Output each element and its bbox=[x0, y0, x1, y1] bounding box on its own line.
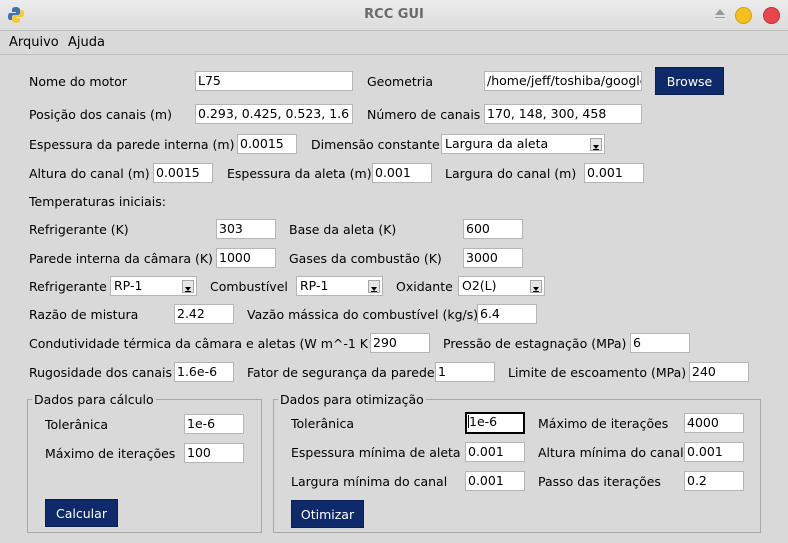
optimize-button[interactable]: Otimizar bbox=[291, 500, 364, 528]
channel-width-input[interactable]: 0.001 bbox=[584, 163, 644, 183]
opt-tolerance-input[interactable]: 1e-6 bbox=[465, 412, 525, 434]
gas-temp-label: Gases da combustão (K) bbox=[289, 251, 442, 266]
wall-thickness-input[interactable]: 0.0015 bbox=[237, 134, 297, 154]
min-fin-thickness-label: Espessura mínima de aleta bbox=[291, 445, 461, 460]
mixture-ratio-label: Razão de mistura bbox=[29, 307, 139, 322]
thermal-conductivity-label: Condutividade térmica da câmara e aletas… bbox=[29, 336, 396, 351]
calc-tolerance-label: Tolerânica bbox=[45, 417, 109, 432]
menu-ajuda[interactable]: Ajuda bbox=[68, 35, 105, 50]
oxidizer-select-value: O2(L) bbox=[462, 278, 497, 293]
constant-dimension-value: Largura da aleta bbox=[445, 136, 549, 151]
minimize-button[interactable] bbox=[735, 7, 752, 24]
dropdown-arrow-icon bbox=[182, 280, 194, 293]
coolant-temp-label: Refrigerante (K) bbox=[29, 222, 129, 237]
stagnation-pressure-input[interactable]: 6 bbox=[630, 333, 690, 353]
close-button[interactable] bbox=[763, 7, 780, 24]
gas-temp-input[interactable]: 3000 bbox=[463, 248, 523, 268]
channel-height-label: Altura do canal (m) bbox=[29, 166, 150, 181]
maximize-icon[interactable] bbox=[715, 9, 725, 15]
channel-width-label: Largura do canal (m) bbox=[445, 166, 577, 181]
channel-count-label: Número de canais bbox=[367, 107, 481, 122]
channel-count-input[interactable]: 170, 148, 300, 458 bbox=[484, 104, 642, 124]
oxidizer-label: Oxidante bbox=[396, 279, 453, 294]
min-channel-height-label: Altura mínima do canal bbox=[538, 445, 684, 460]
calculation-group-label: Dados para cálculo bbox=[32, 392, 156, 407]
opt-max-iterations-label: Máximo de iterações bbox=[538, 416, 669, 431]
mixture-ratio-input[interactable]: 2.42 bbox=[174, 304, 234, 324]
calc-max-iterations-input[interactable]: 100 bbox=[184, 443, 244, 463]
safety-factor-input[interactable]: 1 bbox=[435, 362, 495, 382]
fuel-label: Combustível bbox=[210, 279, 288, 294]
maximize-icon-base bbox=[715, 17, 725, 18]
dropdown-arrow-icon bbox=[368, 280, 380, 293]
optimization-group-label: Dados para otimização bbox=[278, 392, 426, 407]
calc-max-iterations-label: Máximo de iterações bbox=[45, 446, 176, 461]
title-bar: RCC GUI bbox=[0, 0, 788, 31]
safety-factor-label: Fator de segurança da parede bbox=[247, 365, 435, 380]
iteration-step-label: Passo das iterações bbox=[538, 474, 661, 489]
menu-arquivo[interactable]: Arquivo bbox=[9, 35, 59, 50]
fin-thickness-input[interactable]: 0.001 bbox=[372, 163, 432, 183]
fin-thickness-label: Espessura da aleta (m) bbox=[227, 166, 372, 181]
channel-positions-label: Posição dos canais (m) bbox=[29, 107, 172, 122]
fuel-flow-label: Vazão mássica do combustível (kg/s) bbox=[247, 307, 479, 322]
coolant-temp-input[interactable]: 303 bbox=[216, 219, 276, 239]
coolant-select[interactable]: RP-1 bbox=[110, 276, 197, 296]
opt-tolerance-label: Tolerânica bbox=[291, 416, 355, 431]
yield-limit-input[interactable]: 240 bbox=[689, 362, 749, 382]
calc-tolerance-input[interactable]: 1e-6 bbox=[184, 414, 244, 434]
yield-limit-label: Limite de escoamento (MPa) bbox=[508, 365, 687, 380]
coolant-select-value: RP-1 bbox=[114, 278, 143, 293]
wall-temp-label: Parede interna da câmara (K) bbox=[29, 251, 213, 266]
min-channel-height-input[interactable]: 0.001 bbox=[684, 442, 744, 462]
opt-max-iterations-input[interactable]: 4000 bbox=[684, 413, 744, 433]
fuel-select[interactable]: RP-1 bbox=[296, 276, 383, 296]
roughness-label: Rugosidade dos canais bbox=[29, 365, 172, 380]
min-fin-thickness-input[interactable]: 0.001 bbox=[465, 442, 525, 462]
fin-base-temp-input[interactable]: 600 bbox=[463, 219, 523, 239]
wall-thickness-label: Espessura da parede interna (m) bbox=[29, 137, 235, 152]
engine-name-input[interactable]: L75 bbox=[195, 71, 353, 91]
geometry-label: Geometria bbox=[367, 74, 434, 89]
geometry-input[interactable]: /home/jeff/toshiba/google d bbox=[484, 71, 642, 91]
oxidizer-select[interactable]: O2(L) bbox=[458, 276, 545, 296]
constant-dimension-label: Dimensão constante bbox=[311, 137, 440, 152]
calculate-button[interactable]: Calcular bbox=[45, 499, 118, 527]
dropdown-arrow-icon bbox=[590, 138, 602, 151]
window-title: RCC GUI bbox=[364, 7, 424, 22]
menu-bar: Arquivo Ajuda bbox=[0, 31, 788, 55]
min-channel-width-label: Largura mínima do canal bbox=[291, 474, 448, 489]
thermal-conductivity-input[interactable]: 290 bbox=[370, 333, 430, 353]
roughness-input[interactable]: 1.6e-6 bbox=[174, 362, 234, 382]
initial-temperatures-heading: Temperaturas iniciais: bbox=[29, 194, 166, 209]
min-channel-width-input[interactable]: 0.001 bbox=[465, 471, 525, 491]
fin-base-temp-label: Base da aleta (K) bbox=[289, 222, 397, 237]
dropdown-arrow-icon bbox=[530, 280, 542, 293]
coolant-label: Refrigerante bbox=[29, 279, 107, 294]
fuel-flow-input[interactable]: 6.4 bbox=[477, 304, 537, 324]
wall-temp-input[interactable]: 1000 bbox=[216, 248, 276, 268]
stagnation-pressure-label: Pressão de estagnação (MPa) bbox=[443, 336, 627, 351]
main-panel: Nome do motor L75 Geometria /home/jeff/t… bbox=[0, 56, 788, 543]
engine-name-label: Nome do motor bbox=[29, 74, 127, 89]
browse-button[interactable]: Browse bbox=[655, 67, 724, 95]
constant-dimension-select[interactable]: Largura da aleta bbox=[441, 134, 605, 154]
fuel-select-value: RP-1 bbox=[300, 278, 329, 293]
channel-positions-input[interactable]: 0.293, 0.425, 0.523, 1.6 bbox=[195, 104, 353, 124]
iteration-step-input[interactable]: 0.2 bbox=[684, 471, 744, 491]
channel-height-input[interactable]: 0.0015 bbox=[153, 163, 213, 183]
